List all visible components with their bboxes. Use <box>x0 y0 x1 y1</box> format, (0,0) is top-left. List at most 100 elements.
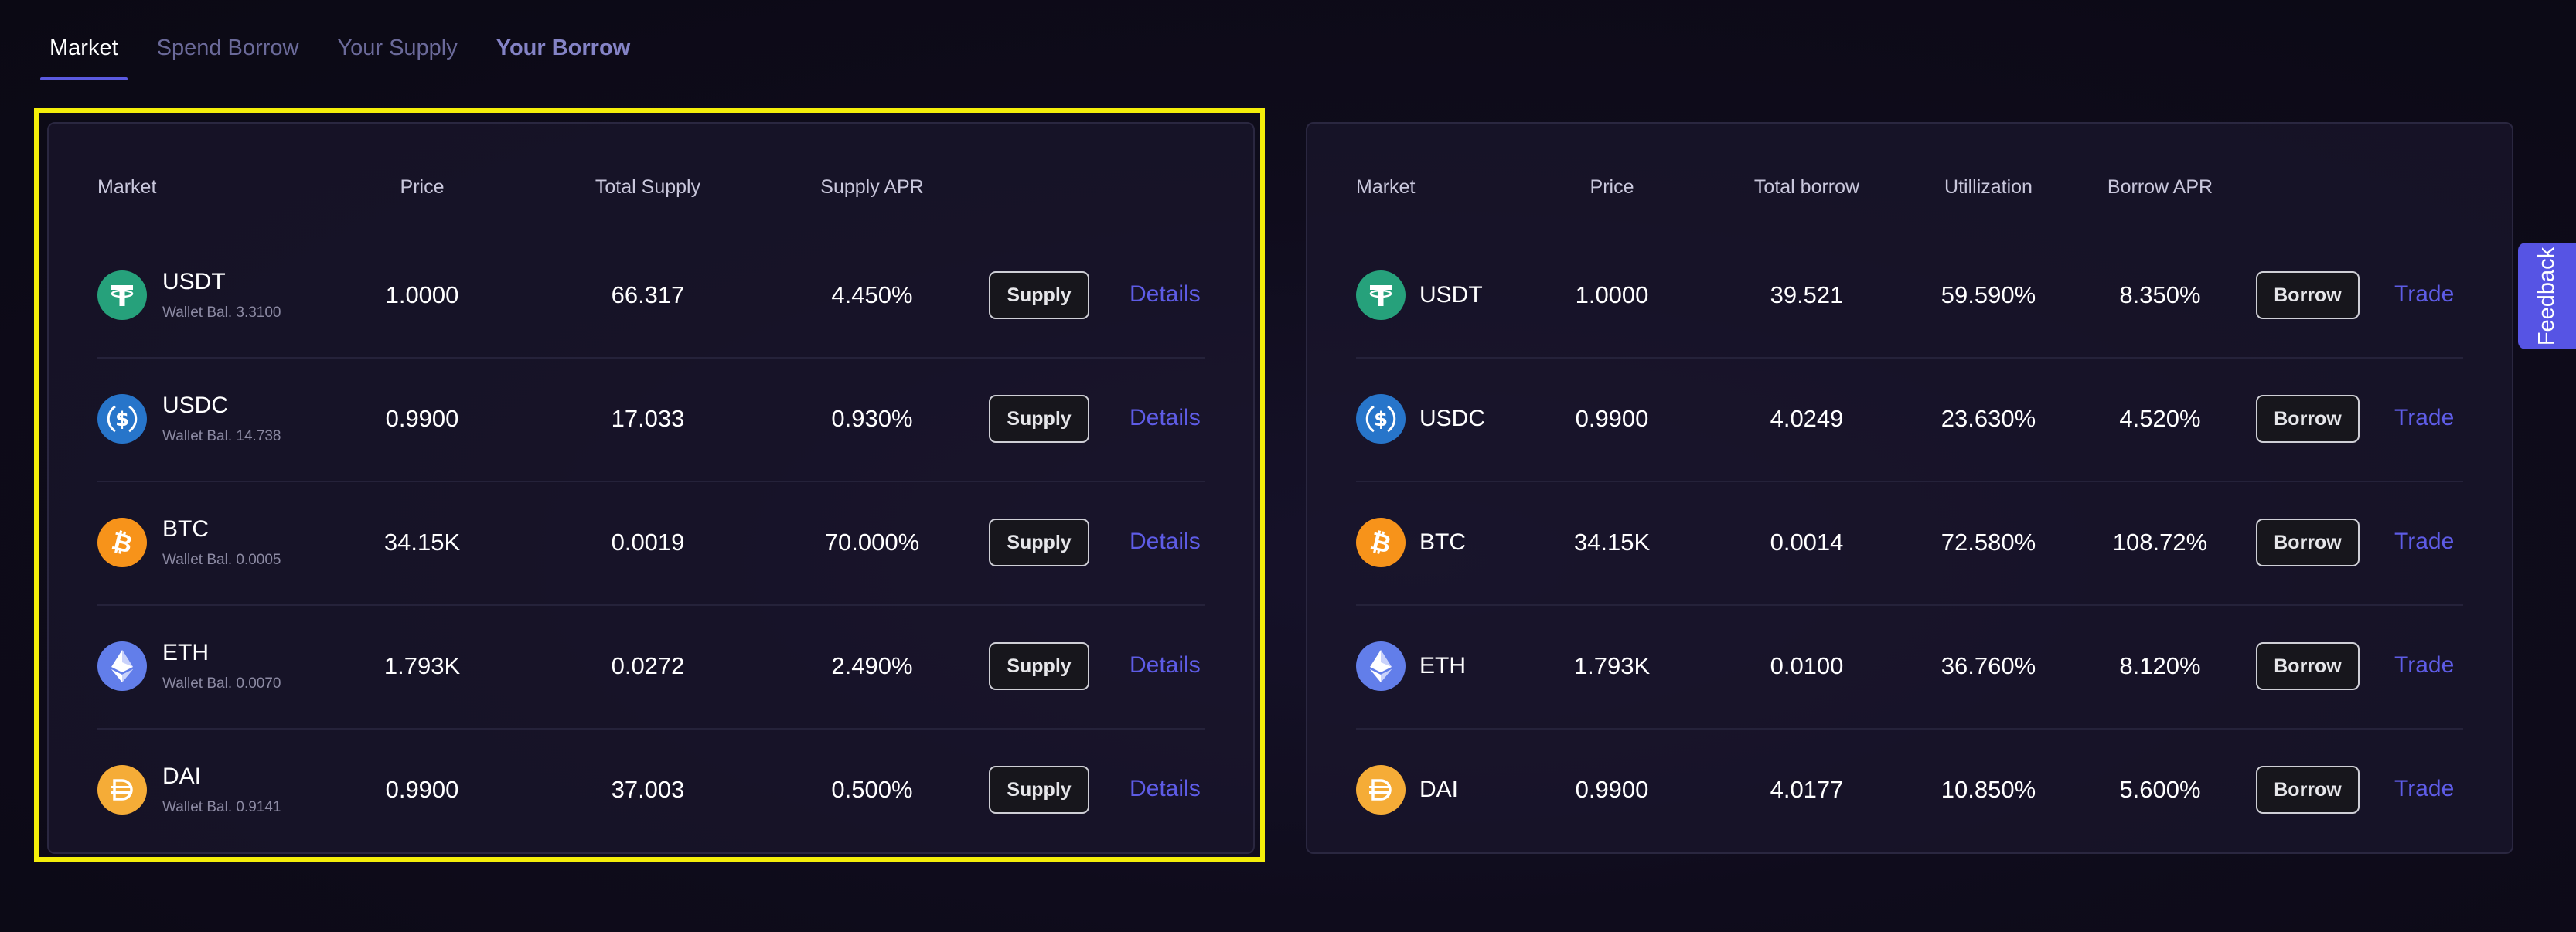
ethereum-icon <box>107 648 138 685</box>
coin-avatar <box>97 270 147 320</box>
row-divider <box>1356 481 2463 482</box>
row-divider <box>1356 728 2463 730</box>
ethereum-icon <box>1365 648 1396 685</box>
tab-your-supply[interactable]: Your Supply <box>337 23 457 80</box>
supply-apr-value: 70.000% <box>824 529 920 556</box>
borrow-button[interactable]: Borrow <box>2256 642 2360 690</box>
details-link[interactable]: Details <box>1130 281 1201 308</box>
details-link[interactable]: Details <box>1130 652 1201 679</box>
trade-link[interactable]: Trade <box>2394 529 2454 555</box>
usd-coin-icon: $ <box>103 400 141 438</box>
coin-avatar: $ <box>1356 394 1406 444</box>
supply-market-panel <box>47 122 1255 854</box>
total-borrow-value: 4.0177 <box>1770 776 1844 803</box>
borrow-button[interactable]: Borrow <box>2256 766 2360 814</box>
details-link[interactable]: Details <box>1130 776 1201 802</box>
total-supply-value: 17.033 <box>611 405 685 432</box>
borrow-header-total-borrow: Total borrow <box>1753 176 1860 198</box>
price-value: 0.9900 <box>1575 405 1649 432</box>
coin-avatar <box>97 641 147 691</box>
trade-link[interactable]: Trade <box>2394 281 2454 308</box>
row-divider <box>1356 604 2463 606</box>
borrow-header-market: Market <box>1356 176 1416 198</box>
supply-apr-value: 2.490% <box>831 652 913 679</box>
borrow-market-panel <box>1306 122 2513 854</box>
details-link[interactable]: Details <box>1130 529 1201 555</box>
utilization-value: 10.850% <box>1941 776 2036 803</box>
svg-text:₿: ₿ <box>109 526 135 559</box>
details-link[interactable]: Details <box>1130 405 1201 431</box>
coin-avatar <box>1356 765 1406 815</box>
supply-button[interactable]: Supply <box>989 271 1089 319</box>
borrow-button[interactable]: Borrow <box>2256 395 2360 443</box>
total-borrow-value: 39.521 <box>1770 281 1844 308</box>
utilization-value: 59.590% <box>1941 281 2036 308</box>
coin-avatar <box>97 765 147 815</box>
supply-apr-value: 0.500% <box>831 776 913 803</box>
coin-avatar: ₿ <box>1356 518 1406 567</box>
borrow-apr-value: 8.350% <box>2119 281 2201 308</box>
svg-text:$: $ <box>115 408 129 431</box>
wallet-balance: Wallet Bal. 14.738 <box>162 428 281 444</box>
supply-button[interactable]: Supply <box>989 766 1089 814</box>
total-borrow-value: 4.0249 <box>1770 405 1844 432</box>
price-value: 1.0000 <box>1575 281 1649 308</box>
price-value: 1.793K <box>383 652 461 679</box>
bitcoin-icon: ₿ <box>105 526 139 560</box>
asset-symbol: USDC <box>1419 406 1486 431</box>
tether-icon <box>1366 281 1395 310</box>
row-divider <box>97 728 1205 730</box>
wallet-balance: Wallet Bal. 0.9141 <box>162 799 281 815</box>
tether-icon <box>107 281 137 310</box>
borrow-header-price: Price <box>1590 176 1634 198</box>
coin-avatar <box>1356 270 1406 320</box>
supply-apr-value: 0.930% <box>831 405 913 432</box>
total-borrow-value: 0.0100 <box>1770 652 1844 679</box>
total-borrow-value: 0.0014 <box>1770 529 1844 556</box>
price-value: 0.9900 <box>385 776 459 803</box>
trade-link[interactable]: Trade <box>2394 652 2454 679</box>
market-tabs: Market Spend Borrow Your Supply Your Bor… <box>40 23 669 80</box>
tab-market[interactable]: Market <box>40 23 128 80</box>
coin-avatar: $ <box>97 394 147 444</box>
coin-avatar <box>1356 641 1406 691</box>
utilization-value: 36.760% <box>1941 652 2036 679</box>
asset-symbol: DAI <box>1419 777 1459 802</box>
price-value: 0.9900 <box>1575 776 1649 803</box>
asset-symbol: USDT <box>162 269 226 294</box>
tab-spend-borrow[interactable]: Spend Borrow <box>157 23 299 80</box>
trade-link[interactable]: Trade <box>2394 776 2454 802</box>
asset-symbol: BTC <box>1419 529 1466 555</box>
price-value: 34.15K <box>1573 529 1651 556</box>
asset-symbol: BTC <box>162 516 209 542</box>
supply-button[interactable]: Supply <box>989 519 1089 566</box>
svg-text:$: $ <box>1374 408 1388 431</box>
tab-your-borrow[interactable]: Your Borrow <box>496 23 630 80</box>
supply-header-supply-apr: Supply APR <box>820 176 924 198</box>
total-supply-value: 66.317 <box>611 281 685 308</box>
utilization-value: 23.630% <box>1941 405 2036 432</box>
asset-symbol: USDC <box>162 393 229 418</box>
row-divider <box>97 481 1205 482</box>
asset-symbol: USDT <box>1419 282 1483 308</box>
supply-header-total-supply: Total Supply <box>595 176 701 198</box>
asset-symbol: ETH <box>162 640 209 665</box>
borrow-button[interactable]: Borrow <box>2256 519 2360 566</box>
svg-text:₿: ₿ <box>1368 526 1394 559</box>
asset-symbol: DAI <box>162 764 202 789</box>
bitcoin-icon: ₿ <box>1364 526 1398 560</box>
total-supply-value: 0.0272 <box>611 652 685 679</box>
supply-button[interactable]: Supply <box>989 642 1089 690</box>
trade-link[interactable]: Trade <box>2394 405 2454 431</box>
borrow-apr-value: 4.520% <box>2119 405 2201 432</box>
supply-header-price: Price <box>400 176 445 198</box>
borrow-apr-value: 5.600% <box>2119 776 2201 803</box>
coin-avatar: ₿ <box>97 518 147 567</box>
borrow-button[interactable]: Borrow <box>2256 271 2360 319</box>
row-divider <box>97 357 1205 359</box>
feedback-button[interactable]: Feedback <box>2518 243 2576 349</box>
borrow-header-borrow-apr: Borrow APR <box>2107 176 2213 198</box>
supply-button[interactable]: Supply <box>989 395 1089 443</box>
asset-symbol: ETH <box>1419 653 1466 679</box>
utilization-value: 72.580% <box>1941 529 2036 556</box>
